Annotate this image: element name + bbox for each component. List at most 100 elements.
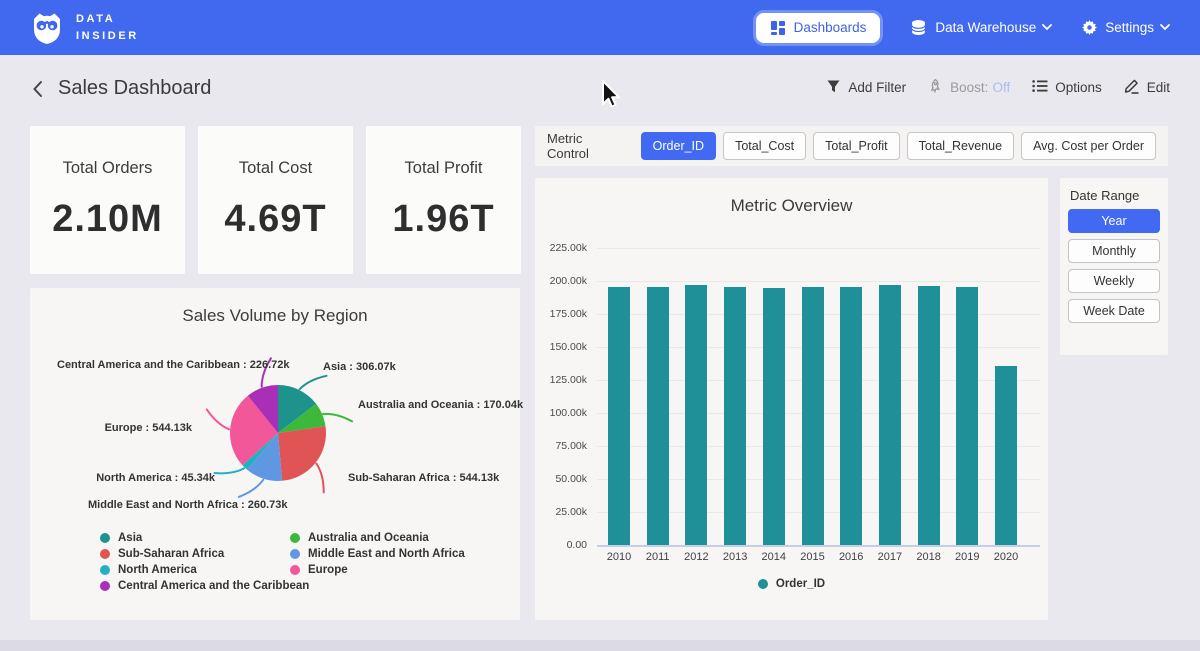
kpi-label: Total Cost: [239, 159, 312, 178]
kpi-label: Total Orders: [63, 159, 153, 178]
legend-dot: [100, 565, 110, 575]
metric-button-total-cost[interactable]: Total_Cost: [723, 132, 806, 160]
legend-dot: [290, 549, 300, 559]
y-axis-tick: 75.00k: [535, 440, 587, 452]
bar-2010[interactable]: [608, 287, 630, 545]
bar-chart-card: Metric Overview 225.00k200.00k175.00k150…: [535, 178, 1048, 620]
bar-chart-title: Metric Overview: [535, 196, 1048, 216]
pie-label-connector: [239, 480, 263, 497]
kpi-value: 4.69T: [224, 198, 326, 241]
nav-item-settings[interactable]: Settings: [1082, 20, 1170, 35]
legend-label: North America: [118, 564, 197, 576]
header-actions: Add Filter Boost: Off Options: [826, 78, 1170, 97]
x-axis-label-2012: 2012: [674, 551, 718, 563]
legend-dot: [100, 549, 110, 559]
bar-2018[interactable]: [918, 286, 940, 545]
metric-button-order-id[interactable]: Order_ID: [641, 132, 716, 160]
x-axis-label-2018: 2018: [907, 551, 951, 563]
x-axis-label-2010: 2010: [597, 551, 641, 563]
date-range-button-week-date[interactable]: Week Date: [1068, 299, 1160, 323]
pie-label-sub-saharan-africa: Sub-Saharan Africa : 544.13k: [348, 472, 499, 484]
pie-label-middle-east-and-north-africa: Middle East and North Africa : 260.73k: [88, 499, 287, 511]
x-axis-label-2013: 2013: [713, 551, 757, 563]
gridline-200: [597, 281, 1040, 282]
metric-button-total-revenue[interactable]: Total_Revenue: [907, 132, 1014, 160]
date-range-buttons: Year Monthly Weekly Week Date: [1068, 209, 1160, 323]
back-button[interactable]: [26, 79, 48, 103]
dashboard-icon: [770, 20, 786, 36]
bar-2019[interactable]: [956, 287, 978, 545]
chevron-left-icon: [32, 80, 43, 103]
date-range-button-monthly[interactable]: Monthly: [1068, 239, 1160, 263]
pie-slice-sub-saharan-africa[interactable]: [278, 426, 326, 481]
bar-2012[interactable]: [685, 285, 707, 545]
legend-label: Order_ID: [776, 578, 825, 590]
add-filter-button[interactable]: Add Filter: [826, 79, 906, 97]
legend-label: Asia: [118, 532, 142, 544]
date-range-panel: Date Range Year Monthly Weekly Week Date: [1060, 178, 1168, 355]
date-range-label: Date Range: [1070, 188, 1139, 203]
page-title: Sales Dashboard: [58, 77, 211, 100]
funnel-icon: [826, 79, 841, 97]
pie-label-australia-and-oceania: Australia and Oceania : 170.04k: [358, 399, 523, 411]
y-axis-tick: 50.00k: [535, 473, 587, 485]
brand-line1: DATA: [76, 11, 139, 28]
legend-item-middle-east-and-north-africa[interactable]: Middle East and North Africa: [290, 546, 465, 562]
kpi-card-total-orders: Total Orders2.10M: [30, 126, 185, 274]
pie-legend-column-2: Australia and Oceania Middle East and Nor…: [290, 530, 465, 578]
legend-item-asia[interactable]: Asia: [100, 530, 309, 546]
bar-2011[interactable]: [647, 287, 669, 545]
navbar: DATA INSIDER DashboardsData WarehouseSet…: [0, 0, 1200, 55]
kpi-card-total-profit: Total Profit1.96T: [366, 126, 521, 274]
nav-item-dashboards[interactable]: Dashboards: [756, 13, 881, 43]
legend-label: Europe: [308, 564, 348, 576]
metric-button-total-profit[interactable]: Total_Profit: [813, 132, 900, 160]
edit-button[interactable]: Edit: [1124, 78, 1170, 97]
kpi-value: 1.96T: [392, 198, 494, 241]
list-icon: [1032, 79, 1048, 96]
legend-item-europe[interactable]: Europe: [290, 562, 465, 578]
options-label: Options: [1055, 80, 1102, 95]
edit-label: Edit: [1147, 80, 1170, 95]
x-axis-label-2016: 2016: [829, 551, 873, 563]
legend-item-sub-saharan-africa[interactable]: Sub-Saharan Africa: [100, 546, 309, 562]
legend-item-australia-and-oceania[interactable]: Australia and Oceania: [290, 530, 465, 546]
legend-dot: [290, 565, 300, 575]
metric-control-bar: Metric Control Order_IDTotal_CostTotal_P…: [535, 126, 1168, 166]
boost-value: Off: [992, 80, 1010, 95]
x-axis-label-2019: 2019: [945, 551, 989, 563]
boost-toggle[interactable]: Boost: Off: [928, 78, 1010, 97]
pie-label-central-america-and-the-caribbean: Central America and the Caribbean : 226.…: [57, 359, 290, 371]
legend-label: Australia and Oceania: [308, 532, 429, 544]
y-axis-tick: 175.00k: [535, 308, 587, 320]
legend-item-order-id[interactable]: Order_ID: [535, 578, 1048, 590]
metric-control-label: Metric Control: [547, 131, 625, 161]
bar-2015[interactable]: [802, 287, 824, 545]
legend-dot: [290, 533, 300, 543]
x-axis-label-2015: 2015: [791, 551, 835, 563]
pie-label-connector: [300, 376, 327, 389]
bar-2016[interactable]: [840, 287, 862, 545]
nav-item-data-warehouse[interactable]: Data Warehouse: [910, 19, 1052, 36]
y-axis-tick: 100.00k: [535, 407, 587, 419]
metric-button-avg-cost-per-order[interactable]: Avg. Cost per Order: [1021, 132, 1156, 160]
legend-label: Central America and the Caribbean: [118, 580, 309, 592]
bar-2013[interactable]: [724, 287, 746, 545]
pie-chart-card: Sales Volume by Region Asia : 306.07kAus…: [30, 288, 520, 620]
legend-item-central-america-and-the-caribbean[interactable]: Central America and the Caribbean: [100, 578, 309, 594]
pie-label-connector: [215, 468, 245, 473]
y-axis-tick: 25.00k: [535, 506, 587, 518]
date-range-button-weekly[interactable]: Weekly: [1068, 269, 1160, 293]
gridline-225: [597, 248, 1040, 249]
bar-2014[interactable]: [763, 288, 785, 545]
legend-label: Sub-Saharan Africa: [118, 548, 224, 560]
pencil-icon: [1124, 78, 1140, 97]
legend-item-north-america[interactable]: North America: [100, 562, 309, 578]
bar-2017[interactable]: [879, 285, 901, 545]
y-axis-tick: 150.00k: [535, 341, 587, 353]
options-button[interactable]: Options: [1032, 79, 1102, 96]
gear-icon: [1082, 20, 1097, 35]
date-range-button-year[interactable]: Year: [1068, 209, 1160, 233]
nav-item-label: Dashboards: [794, 20, 867, 35]
bar-2020[interactable]: [995, 366, 1017, 545]
